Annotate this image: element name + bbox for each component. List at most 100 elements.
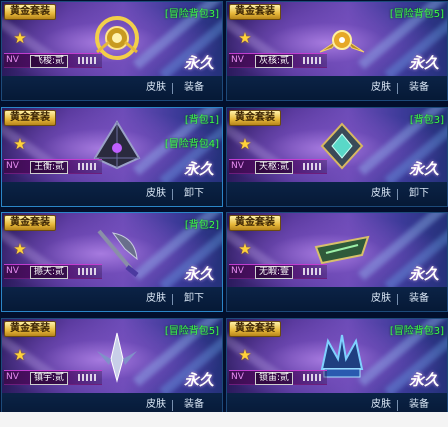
skin-button[interactable]: 皮肤 bbox=[367, 397, 395, 413]
equip-button[interactable]: 装备 bbox=[176, 80, 212, 96]
bag-tag: [冒险背包5] bbox=[164, 326, 219, 337]
star-icon: ★ bbox=[13, 135, 27, 153]
adventure-bag-tag: [冒险背包4] bbox=[164, 139, 219, 150]
bag-tag: [背包2] bbox=[184, 220, 219, 231]
level-dots bbox=[78, 163, 98, 170]
tier-level: NV bbox=[6, 55, 19, 65]
level-dots bbox=[303, 163, 323, 170]
gold-set-badge: 黄金套装 bbox=[229, 4, 281, 20]
permanent-label: 永久 bbox=[183, 371, 214, 389]
bottom-strip bbox=[0, 412, 448, 427]
card-actions: 皮肤 卸下 bbox=[227, 182, 447, 206]
divider bbox=[397, 294, 398, 305]
tier-bar: NV 飞梭:贰 bbox=[4, 53, 102, 68]
gold-set-badge: 黄金套装 bbox=[229, 215, 281, 231]
item-card[interactable]: 黄金套装 [背包3] ★ NV 天枢:贰 永久 皮肤 卸下 bbox=[226, 107, 448, 207]
permanent-label: 永久 bbox=[183, 160, 214, 178]
item-banner: 黄金套装 ★ NV 无暇:壹 永久 bbox=[227, 213, 447, 287]
star-icon: ★ bbox=[238, 135, 252, 153]
divider bbox=[172, 83, 173, 94]
divider bbox=[397, 83, 398, 94]
skin-button[interactable]: 皮肤 bbox=[142, 397, 170, 413]
card-actions: 皮肤 装备 bbox=[227, 76, 447, 100]
level-dots bbox=[78, 268, 98, 275]
divider bbox=[172, 189, 173, 200]
tier-level: NV bbox=[231, 266, 244, 276]
skin-button[interactable]: 皮肤 bbox=[367, 291, 395, 307]
card-actions: 皮肤 卸下 bbox=[2, 182, 222, 206]
gold-set-badge: 黄金套装 bbox=[4, 321, 56, 337]
equip-button[interactable]: 装备 bbox=[176, 397, 212, 413]
gold-set-badge: 黄金套装 bbox=[229, 321, 281, 337]
tier-bar: NV 镇宇:贰 bbox=[4, 370, 102, 385]
unequip-button[interactable]: 卸下 bbox=[176, 186, 212, 202]
permanent-label: 永久 bbox=[183, 54, 214, 72]
tier-level: NV bbox=[6, 372, 19, 382]
item-card[interactable]: 黄金套装 [冒险背包3] ★ NV 锁宙:贰 永久 皮肤 装备 bbox=[226, 318, 448, 418]
item-card[interactable]: 黄金套装 [冒险背包5] ★ NV 灰核:贰 永久 皮肤 装备 bbox=[226, 1, 448, 101]
item-banner: 黄金套装 [背包3] ★ NV 天枢:贰 永久 bbox=[227, 108, 447, 182]
star-icon: ★ bbox=[238, 240, 252, 258]
skin-button[interactable]: 皮肤 bbox=[367, 186, 395, 202]
tier-level: NV bbox=[231, 161, 244, 171]
item-banner: 黄金套装 [背包2] ★ NV 撼天:贰 永久 bbox=[2, 213, 222, 287]
unequip-button[interactable]: 卸下 bbox=[176, 291, 212, 307]
tier-level: NV bbox=[6, 161, 19, 171]
skin-button[interactable]: 皮肤 bbox=[142, 291, 170, 307]
unequip-button[interactable]: 卸下 bbox=[401, 186, 437, 202]
item-name: 锁宙:贰 bbox=[255, 372, 294, 385]
bag-tag: [冒险背包3] bbox=[164, 9, 219, 20]
tier-bar: NV 天枢:贰 bbox=[229, 159, 327, 174]
card-actions: 皮肤 装备 bbox=[227, 287, 447, 311]
gold-set-badge: 黄金套装 bbox=[4, 4, 56, 20]
bag-tag: [背包3] bbox=[409, 115, 444, 126]
tier-level: NV bbox=[6, 266, 19, 276]
item-card[interactable]: 黄金套装 [冒险背包3] ★ NV 飞梭:贰 永久 皮肤 装备 bbox=[1, 1, 223, 101]
star-icon: ★ bbox=[13, 29, 27, 47]
divider bbox=[172, 294, 173, 305]
item-name: 王衡:贰 bbox=[30, 161, 69, 174]
tier-bar: NV 撼天:贰 bbox=[4, 264, 102, 279]
gold-set-badge: 黄金套装 bbox=[229, 110, 281, 126]
permanent-label: 永久 bbox=[408, 371, 439, 389]
star-icon: ★ bbox=[238, 29, 252, 47]
equip-button[interactable]: 装备 bbox=[401, 80, 437, 96]
item-card[interactable]: 黄金套装 [背包2] ★ NV 撼天:贰 永久 皮肤 卸下 bbox=[1, 212, 223, 312]
divider bbox=[397, 400, 398, 411]
star-icon: ★ bbox=[13, 346, 27, 364]
item-name: 天枢:贰 bbox=[255, 161, 294, 174]
item-name: 镇宇:贰 bbox=[30, 372, 69, 385]
gold-set-badge: 黄金套装 bbox=[4, 110, 56, 126]
tier-bar: NV 灰核:贰 bbox=[229, 53, 327, 68]
skin-button[interactable]: 皮肤 bbox=[142, 80, 170, 96]
star-icon: ★ bbox=[13, 240, 27, 258]
item-card[interactable]: 黄金套装 [背包1] [冒险背包4] ★ NV 王衡:贰 永久 皮肤 卸下 bbox=[1, 107, 223, 207]
tier-bar: NV 王衡:贰 bbox=[4, 159, 102, 174]
equip-button[interactable]: 装备 bbox=[401, 397, 437, 413]
tier-bar: NV 锁宙:贰 bbox=[229, 370, 327, 385]
item-banner: 黄金套装 [冒险背包3] ★ NV 飞梭:贰 永久 bbox=[2, 2, 222, 76]
tier-level: NV bbox=[231, 55, 244, 65]
item-banner: 黄金套装 [背包1] [冒险背包4] ★ NV 王衡:贰 永久 bbox=[2, 108, 222, 182]
item-name: 灰核:贰 bbox=[255, 55, 294, 68]
item-name: 无暇:壹 bbox=[255, 266, 294, 279]
level-dots bbox=[303, 57, 323, 64]
item-card[interactable]: 黄金套装 [冒险背包5] ★ NV 镇宇:贰 永久 皮肤 装备 bbox=[1, 318, 223, 418]
level-dots bbox=[303, 268, 323, 275]
permanent-label: 永久 bbox=[408, 265, 439, 283]
item-card[interactable]: 黄金套装 ★ NV 无暇:壹 永久 皮肤 装备 bbox=[226, 212, 448, 312]
equip-button[interactable]: 装备 bbox=[401, 291, 437, 307]
star-icon: ★ bbox=[238, 346, 252, 364]
level-dots bbox=[78, 57, 98, 64]
gold-set-badge: 黄金套装 bbox=[4, 215, 56, 231]
skin-button[interactable]: 皮肤 bbox=[367, 80, 395, 96]
item-name: 撼天:贰 bbox=[30, 266, 69, 279]
skin-button[interactable]: 皮肤 bbox=[142, 186, 170, 202]
item-name: 飞梭:贰 bbox=[30, 55, 69, 68]
item-banner: 黄金套装 [冒险背包5] ★ NV 灰核:贰 永久 bbox=[227, 2, 447, 76]
card-actions: 皮肤 卸下 bbox=[2, 287, 222, 311]
permanent-label: 永久 bbox=[408, 160, 439, 178]
permanent-label: 永久 bbox=[408, 54, 439, 72]
item-banner: 黄金套装 [冒险背包3] ★ NV 锁宙:贰 永久 bbox=[227, 319, 447, 393]
divider bbox=[397, 189, 398, 200]
